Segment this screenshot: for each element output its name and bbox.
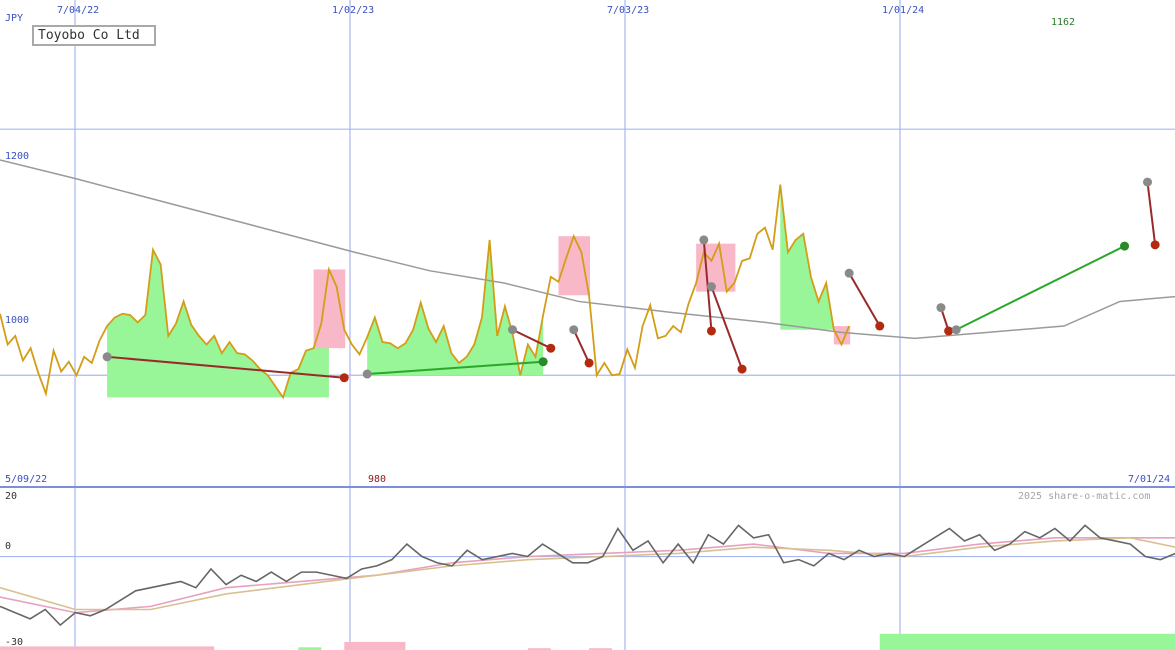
trade-line <box>1146 181 1157 245</box>
trade-entry-marker <box>362 369 372 379</box>
trade-exit-marker <box>1150 240 1160 250</box>
trade-entry-marker <box>569 325 579 335</box>
volume-bar <box>0 646 215 650</box>
trade-entry-marker <box>699 235 709 245</box>
x-tick-label: 7/04/22 <box>57 5 99 16</box>
x-tick-label: 1/02/23 <box>332 5 374 16</box>
trade-line <box>572 329 590 364</box>
range-end-label: 7/01/24 <box>1128 474 1170 485</box>
trade-exit-marker <box>737 364 747 374</box>
trade-exit-marker <box>538 357 548 367</box>
x-tick-label: 1/01/24 <box>882 5 924 16</box>
volume-bar <box>879 633 1175 650</box>
trade-lines <box>107 181 1157 379</box>
trade-exit-marker <box>944 326 954 336</box>
watermark: 2025 share-o-matic.com <box>1018 491 1150 502</box>
trade-exit-marker <box>546 343 556 353</box>
trade-exit-marker <box>875 321 885 331</box>
gain-area <box>107 249 329 398</box>
trade-entry-marker <box>936 303 946 313</box>
y-tick-label: 1000 <box>5 315 29 326</box>
trade-exit-marker <box>706 326 716 336</box>
chart-title: Toyobo Co Ltd <box>32 25 156 46</box>
osc-y-tick-label: -30 <box>5 637 23 648</box>
min-price-label: 980 <box>368 474 386 485</box>
trade-entry-marker <box>706 282 716 292</box>
trade-entry-marker <box>844 268 854 278</box>
volume-bar <box>344 641 406 650</box>
trade-entry-marker <box>508 325 518 335</box>
trade-line <box>512 328 552 350</box>
trade-line <box>955 245 1125 331</box>
trade-entry-marker <box>951 325 961 335</box>
max-price-label: 1162 <box>1051 17 1075 28</box>
trade-exit-marker <box>339 373 349 383</box>
trade-exit-marker <box>584 358 594 368</box>
osc-main-line <box>0 524 1175 627</box>
osc-y-tick-label: 20 <box>5 491 17 502</box>
x-tick-label: 7/03/23 <box>607 5 649 16</box>
oscillator-panel <box>0 524 1175 650</box>
trade-line <box>710 286 743 370</box>
trade-exit-marker <box>1120 241 1130 251</box>
trade-line <box>848 272 881 327</box>
trade-entry-marker <box>102 352 112 362</box>
price-chart: JPY 7/04/22 1/02/23 7/03/23 1/01/24 1200… <box>0 0 1175 650</box>
osc-y-tick-label: 0 <box>5 541 11 552</box>
trade-entry-marker <box>1143 177 1152 187</box>
range-start-label: 5/09/22 <box>5 474 47 485</box>
currency-label: JPY <box>5 13 23 24</box>
trade-markers <box>102 177 1160 383</box>
y-tick-label: 1200 <box>5 151 29 162</box>
